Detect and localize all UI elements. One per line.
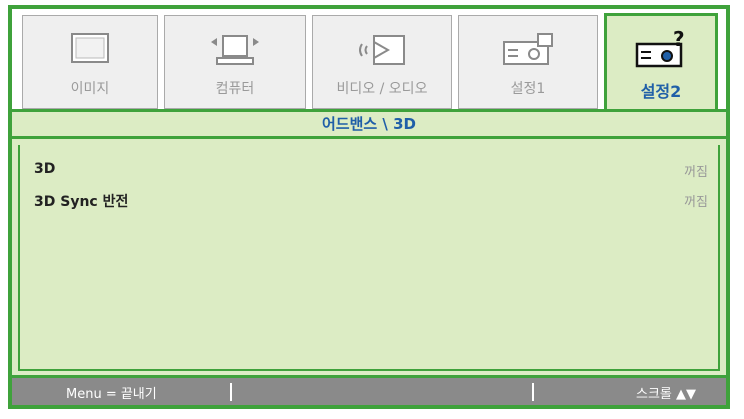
video-audio-icon (359, 35, 405, 65)
setting-label: 3D (34, 161, 56, 177)
tab-setup1[interactable]: 설정1 (458, 15, 598, 109)
scroll-hint: 스크롤 ▲▼ (635, 387, 696, 402)
osd-menu: 이미지 컴퓨터 비디오 / 오디오 설정1 ? 설정2 어드밴스 \ 3D 3D… (8, 5, 730, 409)
tab-computer[interactable]: 컴퓨터 (164, 15, 306, 109)
projector-help-icon: ? (635, 30, 685, 68)
footer-divider (532, 383, 534, 401)
tab-video-audio-label: 비디오 / 오디오 (336, 81, 428, 97)
tab-setup2[interactable]: ? 설정2 (604, 13, 718, 111)
tab-setup2-label: 설정2 (640, 82, 682, 101)
tab-image-label: 이미지 (70, 81, 110, 97)
section-title-bar: 어드밴스 \ 3D (12, 109, 726, 139)
menu-tab-bar: 이미지 컴퓨터 비디오 / 오디오 설정1 ? 설정2 (12, 9, 726, 111)
setting-value[interactable]: 꺼짐 (684, 191, 708, 210)
setting-label: 3D Sync 반전 (34, 194, 129, 210)
exit-hint: Menu = 끝내기 (66, 387, 157, 402)
tab-setup1-label: 설정1 (510, 81, 546, 97)
projector-setup-icon (503, 33, 553, 65)
svg-text:?: ? (673, 30, 685, 51)
setting-row-3d-sync-invert[interactable]: 3D Sync 반전 꺼짐 (34, 189, 708, 213)
settings-panel: 3D 꺼짐 3D Sync 반전 꺼짐 (12, 139, 726, 375)
footer-bar: Menu = 끝내기 스크롤 ▲▼ (12, 375, 726, 405)
computer-icon (211, 35, 259, 65)
footer-divider (230, 383, 232, 401)
setting-value[interactable]: 꺼짐 (684, 161, 708, 180)
monitor-icon (71, 33, 109, 63)
tab-image[interactable]: 이미지 (22, 15, 158, 109)
tab-computer-label: 컴퓨터 (215, 81, 255, 97)
setting-row-3d[interactable]: 3D 꺼짐 (34, 159, 708, 183)
tab-video-audio[interactable]: 비디오 / 오디오 (312, 15, 452, 109)
section-title: 어드밴스 \ 3D (321, 115, 416, 133)
